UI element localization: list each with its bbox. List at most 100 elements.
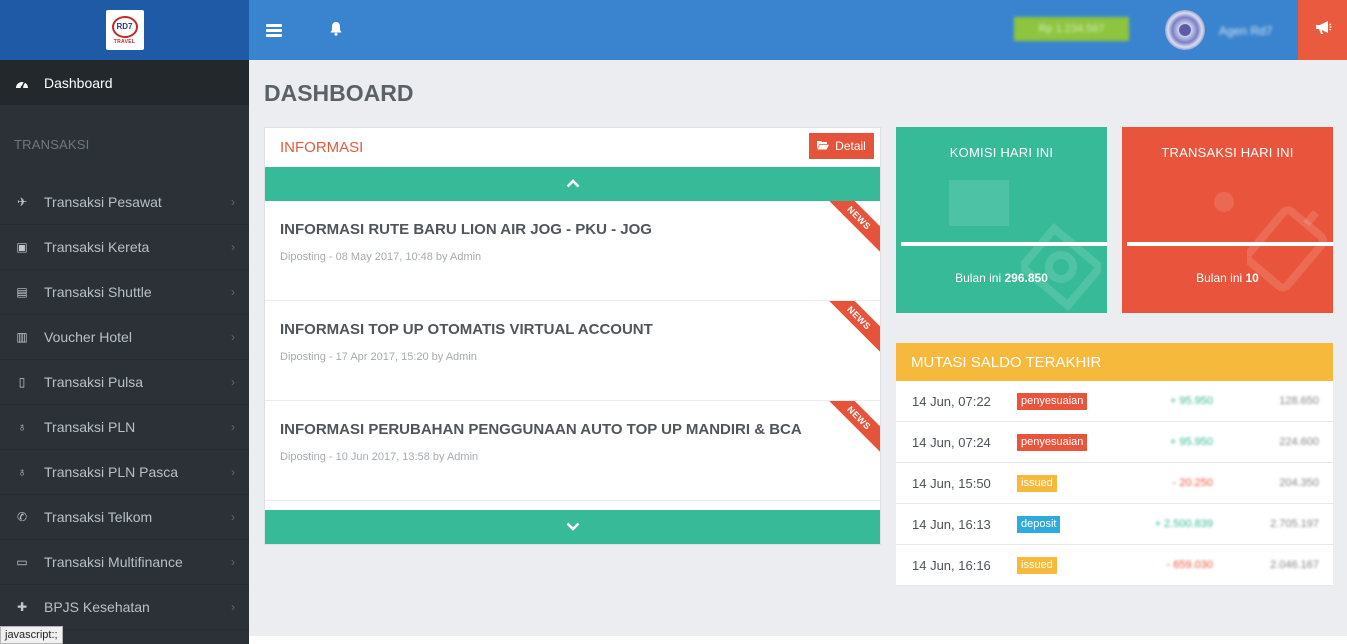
info-panel: INFORMASI Detail INFORMASI RUTE BARU LIO… [264,127,881,545]
news-ribbon: NEWS [820,301,880,357]
mutasi-date: 14 Jun, 15:50 [912,475,991,491]
sidebar-item-transaksi-multifinance[interactable]: ▭ Transaksi Multifinance › [0,540,249,585]
medkit-icon: ✚ [16,600,28,614]
mutasi-balance: 128.650 [1279,395,1319,407]
balance-display: Rp 1.234.567 [1014,17,1129,41]
chevron-right-icon: › [231,555,235,569]
info-header: INFORMASI Detail [265,128,880,167]
sidebar-item-label: Transaksi Telkom [44,509,153,525]
news-item[interactable]: INFORMASI RUTE BARU LION AIR JOG - PKU -… [265,201,880,301]
sidebar-item-transaksi-pulsa[interactable]: ▯ Transaksi Pulsa › [0,360,249,405]
building-icon: ▥ [16,330,28,344]
news-title[interactable]: INFORMASI RUTE BARU LION AIR JOG - PKU -… [280,221,652,238]
megaphone-button[interactable] [1298,0,1347,60]
lightbulb-icon: ♁ [17,465,27,479]
sidebar-item-label: Transaksi PLN Pasca [44,464,179,480]
detail-button[interactable]: Detail [809,133,874,159]
scroll-up-button[interactable] [265,167,880,201]
chevron-right-icon: › [231,510,235,524]
mutasi-amount: + 2.500.839 [1154,518,1213,530]
news-meta: Diposting - 17 Apr 2017, 15:20 by Admin [280,351,477,363]
chevron-right-icon: › [231,375,235,389]
komisi-card[interactable]: KOMISI HARI INI Bulan ini 296.850 [896,127,1107,313]
chevron-right-icon: › [231,330,235,344]
mutasi-date: 14 Jun, 16:13 [912,516,991,532]
logo-mark: RD7 [111,15,138,38]
mutasi-row: 14 Jun, 07:22 penyesuaian + 95.950 128.650 [896,381,1333,422]
chevron-right-icon: › [231,285,235,299]
username[interactable]: Agen Rd7 [1219,24,1272,38]
mobile-icon: ▯ [18,375,26,389]
mutasi-title: MUTASI SALDO TERAKHIR [896,343,1333,381]
sidebar-item-transaksi-telkom[interactable]: ✆ Transaksi Telkom › [0,495,249,540]
sidebar-item-transaksi-pesawat[interactable]: ✈ Transaksi Pesawat › [0,180,249,225]
mutasi-row: 14 Jun, 16:13 deposit + 2.500.839 2.705.197 [896,504,1333,545]
divider [1127,242,1333,246]
mutasi-amount: - 659.030 [1166,559,1213,571]
mutasi-type-badge: issued [1017,556,1057,574]
komisi-value: Bulan ini 296.850 [955,271,1048,285]
sidebar-item-label: Transaksi PLN [44,419,136,435]
sidebar-item-transaksi-pln-pasca[interactable]: ♁ Transaksi PLN Pasca › [0,450,249,495]
news-title[interactable]: INFORMASI TOP UP OTOMATIS VIRTUAL ACCOUN… [280,321,653,338]
mutasi-type-badge: issued [1017,474,1057,492]
sidebar-item-label: Dashboard [44,74,113,91]
chevron-up-icon [566,175,580,193]
mutasi-balance: 224.600 [1279,436,1319,448]
komisi-title: KOMISI HARI INI [949,145,1054,160]
news-meta: Diposting - 10 Jun 2017, 13:58 by Admin [280,451,479,463]
detail-label: Detail [835,139,866,153]
news-item[interactable]: INFORMASI TOP UP OTOMATIS VIRTUAL ACCOUN… [265,301,880,401]
transaksi-card[interactable]: TRANSAKSI HARI INI Bulan ini 10 [1122,127,1333,313]
chevron-down-icon [566,518,580,536]
top-bar: Rp 1.234.567 Agen Rd7 [249,0,1347,60]
sidebar-item-transaksi-shuttle[interactable]: ▤ Transaksi Shuttle › [0,270,249,315]
sidebar-item-label: Voucher Hotel [44,329,132,345]
mutasi-row: 14 Jun, 07:24 penyesuaian + 95.950 224.600 [896,422,1333,463]
bell-icon[interactable] [330,22,342,36]
mutasi-amount: + 95.950 [1169,395,1213,407]
avatar[interactable] [1165,10,1205,50]
mutasi-balance: 204.350 [1279,477,1319,489]
mutasi-panel: MUTASI SALDO TERAKHIR 14 Jun, 07:22 penye… [896,343,1333,586]
news-ribbon: NEWS [820,201,880,257]
sidebar-item-label: Transaksi Shuttle [44,284,152,300]
mutasi-date: 14 Jun, 16:16 [912,557,991,573]
sidebar-item-transaksi-pln[interactable]: ♁ Transaksi PLN › [0,405,249,450]
sidebar-item-voucher-hotel[interactable]: ▥ Voucher Hotel › [0,315,249,360]
hamburger-icon[interactable] [266,24,282,37]
sidebar-item-label: Transaksi Pesawat [44,194,162,210]
news-ribbon: NEWS [820,401,880,457]
chevron-right-icon: › [231,195,235,209]
news-meta: Diposting - 08 May 2017, 10:48 by Admin [280,251,482,263]
money-icon [1016,222,1106,312]
sidebar-item-label: Transaksi Multifinance [44,554,183,570]
mutasi-date: 14 Jun, 07:22 [912,393,991,409]
scroll-down-button[interactable] [265,510,880,544]
logo-area: RD7 TRAVEL [0,0,249,60]
sidebar-item-bpjs-kesehatan[interactable]: ✚ BPJS Kesehatan › [0,585,249,630]
mutasi-amount: - 20.250 [1172,477,1213,489]
chevron-right-icon: › [231,240,235,254]
mutasi-type-badge: penyesuaian [1017,392,1088,410]
chevron-right-icon: › [231,600,235,614]
sidebar-item-label: Transaksi Pulsa [44,374,144,390]
info-title: INFORMASI [280,139,364,156]
divider [901,242,1107,246]
mutasi-row: 14 Jun, 16:16 issued - 659.030 2.046.167 [896,545,1333,586]
news-title[interactable]: INFORMASI PERUBAHAN PENGGUNAAN AUTO TOP … [280,421,802,438]
page-title: DASHBOARD [264,80,414,106]
sidebar-item-label: BPJS Kesehatan [44,599,150,615]
train-icon: ▣ [16,240,28,254]
sidebar-item-transaksi-kereta[interactable]: ▣ Transaksi Kereta › [0,225,249,270]
mutasi-amount: + 95.950 [1169,436,1213,448]
mutasi-date: 14 Jun, 07:24 [912,434,991,450]
bus-icon: ▤ [16,285,28,299]
mutasi-balance: 2.046.167 [1270,559,1319,571]
mutasi-type-badge: deposit [1017,515,1061,533]
folder-open-icon [817,139,830,153]
sidebar-section-label: TRANSAKSI [14,137,90,152]
sidebar-item-dashboard[interactable]: Dashboard [0,60,249,105]
news-item[interactable]: INFORMASI PERUBAHAN PENGGUNAAN AUTO TOP … [265,401,880,501]
brand-logo[interactable]: RD7 TRAVEL [105,10,144,50]
